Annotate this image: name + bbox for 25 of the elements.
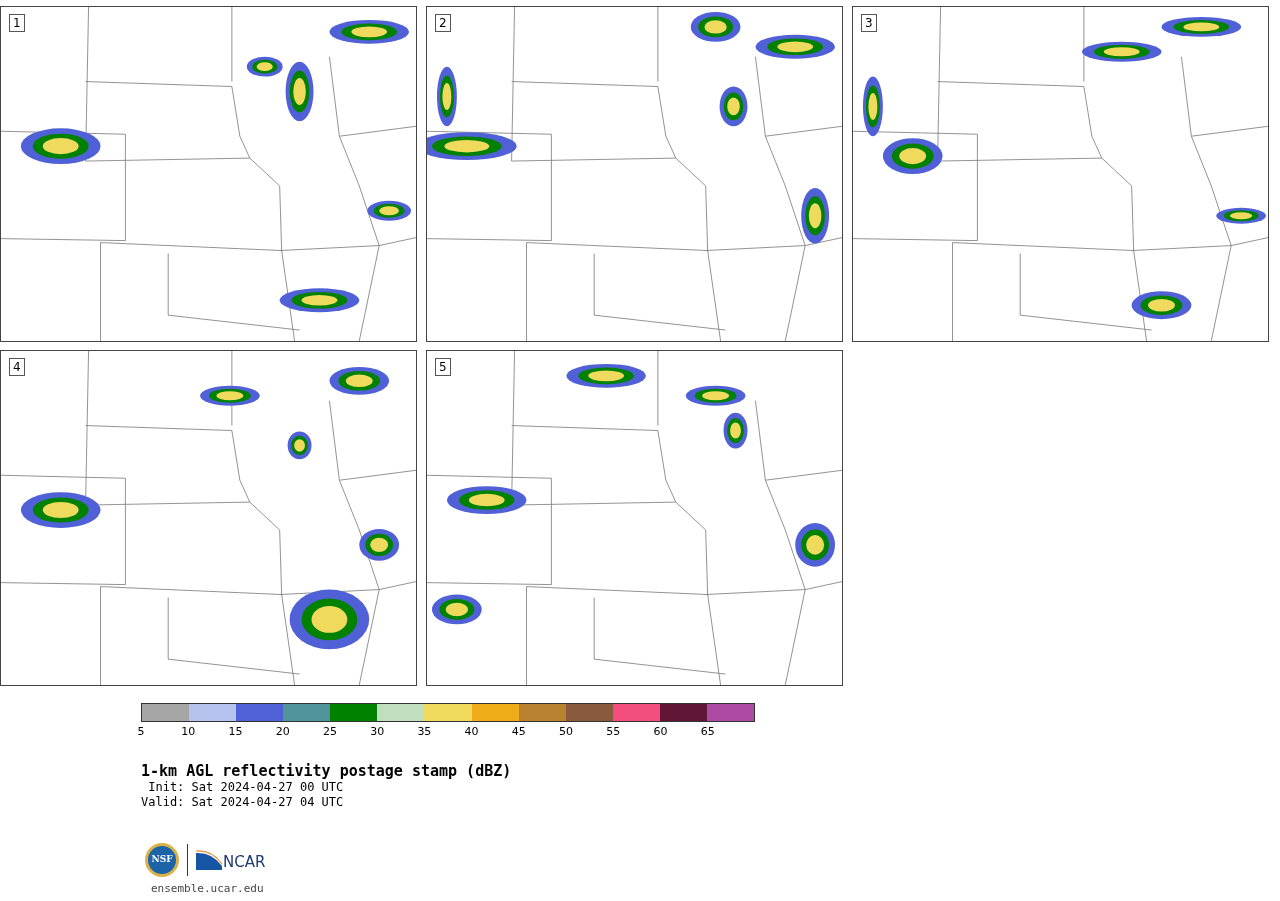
panel-number: 3 bbox=[861, 14, 877, 32]
scale-tick-label: 65 bbox=[700, 726, 715, 738]
scale-tick-label: 10 bbox=[181, 726, 196, 738]
site-url: ensemble.ucar.edu bbox=[151, 881, 265, 897]
panel-number: 4 bbox=[9, 358, 25, 376]
scale-tick-label: 20 bbox=[275, 726, 290, 738]
wing-icon bbox=[196, 850, 222, 870]
init-time: Init: Sat 2024-04-27 00 UTC bbox=[147, 780, 345, 795]
scale-tick-label: 35 bbox=[417, 726, 432, 738]
panel-number: 1 bbox=[9, 14, 25, 32]
scale-tick-label: 40 bbox=[464, 726, 479, 738]
chart-title: 1-km AGL reflectivity postage stamp (dBZ) bbox=[141, 762, 513, 780]
scale-tick-label: 55 bbox=[606, 726, 621, 738]
valid-time: Valid: Sat 2024-04-27 04 UTC bbox=[141, 795, 345, 810]
scale-tick-label: 45 bbox=[511, 726, 526, 738]
scale-tick-label: 15 bbox=[228, 726, 243, 738]
scale-tick-label: 5 bbox=[137, 726, 145, 738]
ncar-logo: NCAR bbox=[196, 850, 266, 870]
panel-number: 2 bbox=[435, 14, 451, 32]
scale-tick-label: 25 bbox=[322, 726, 337, 738]
scale-tick-label: 50 bbox=[559, 726, 574, 738]
nsf-logo: NSF bbox=[145, 843, 179, 877]
panel-number: 5 bbox=[435, 358, 451, 376]
scale-tick-label: 60 bbox=[653, 726, 668, 738]
scale-tick-label: 30 bbox=[370, 726, 385, 738]
